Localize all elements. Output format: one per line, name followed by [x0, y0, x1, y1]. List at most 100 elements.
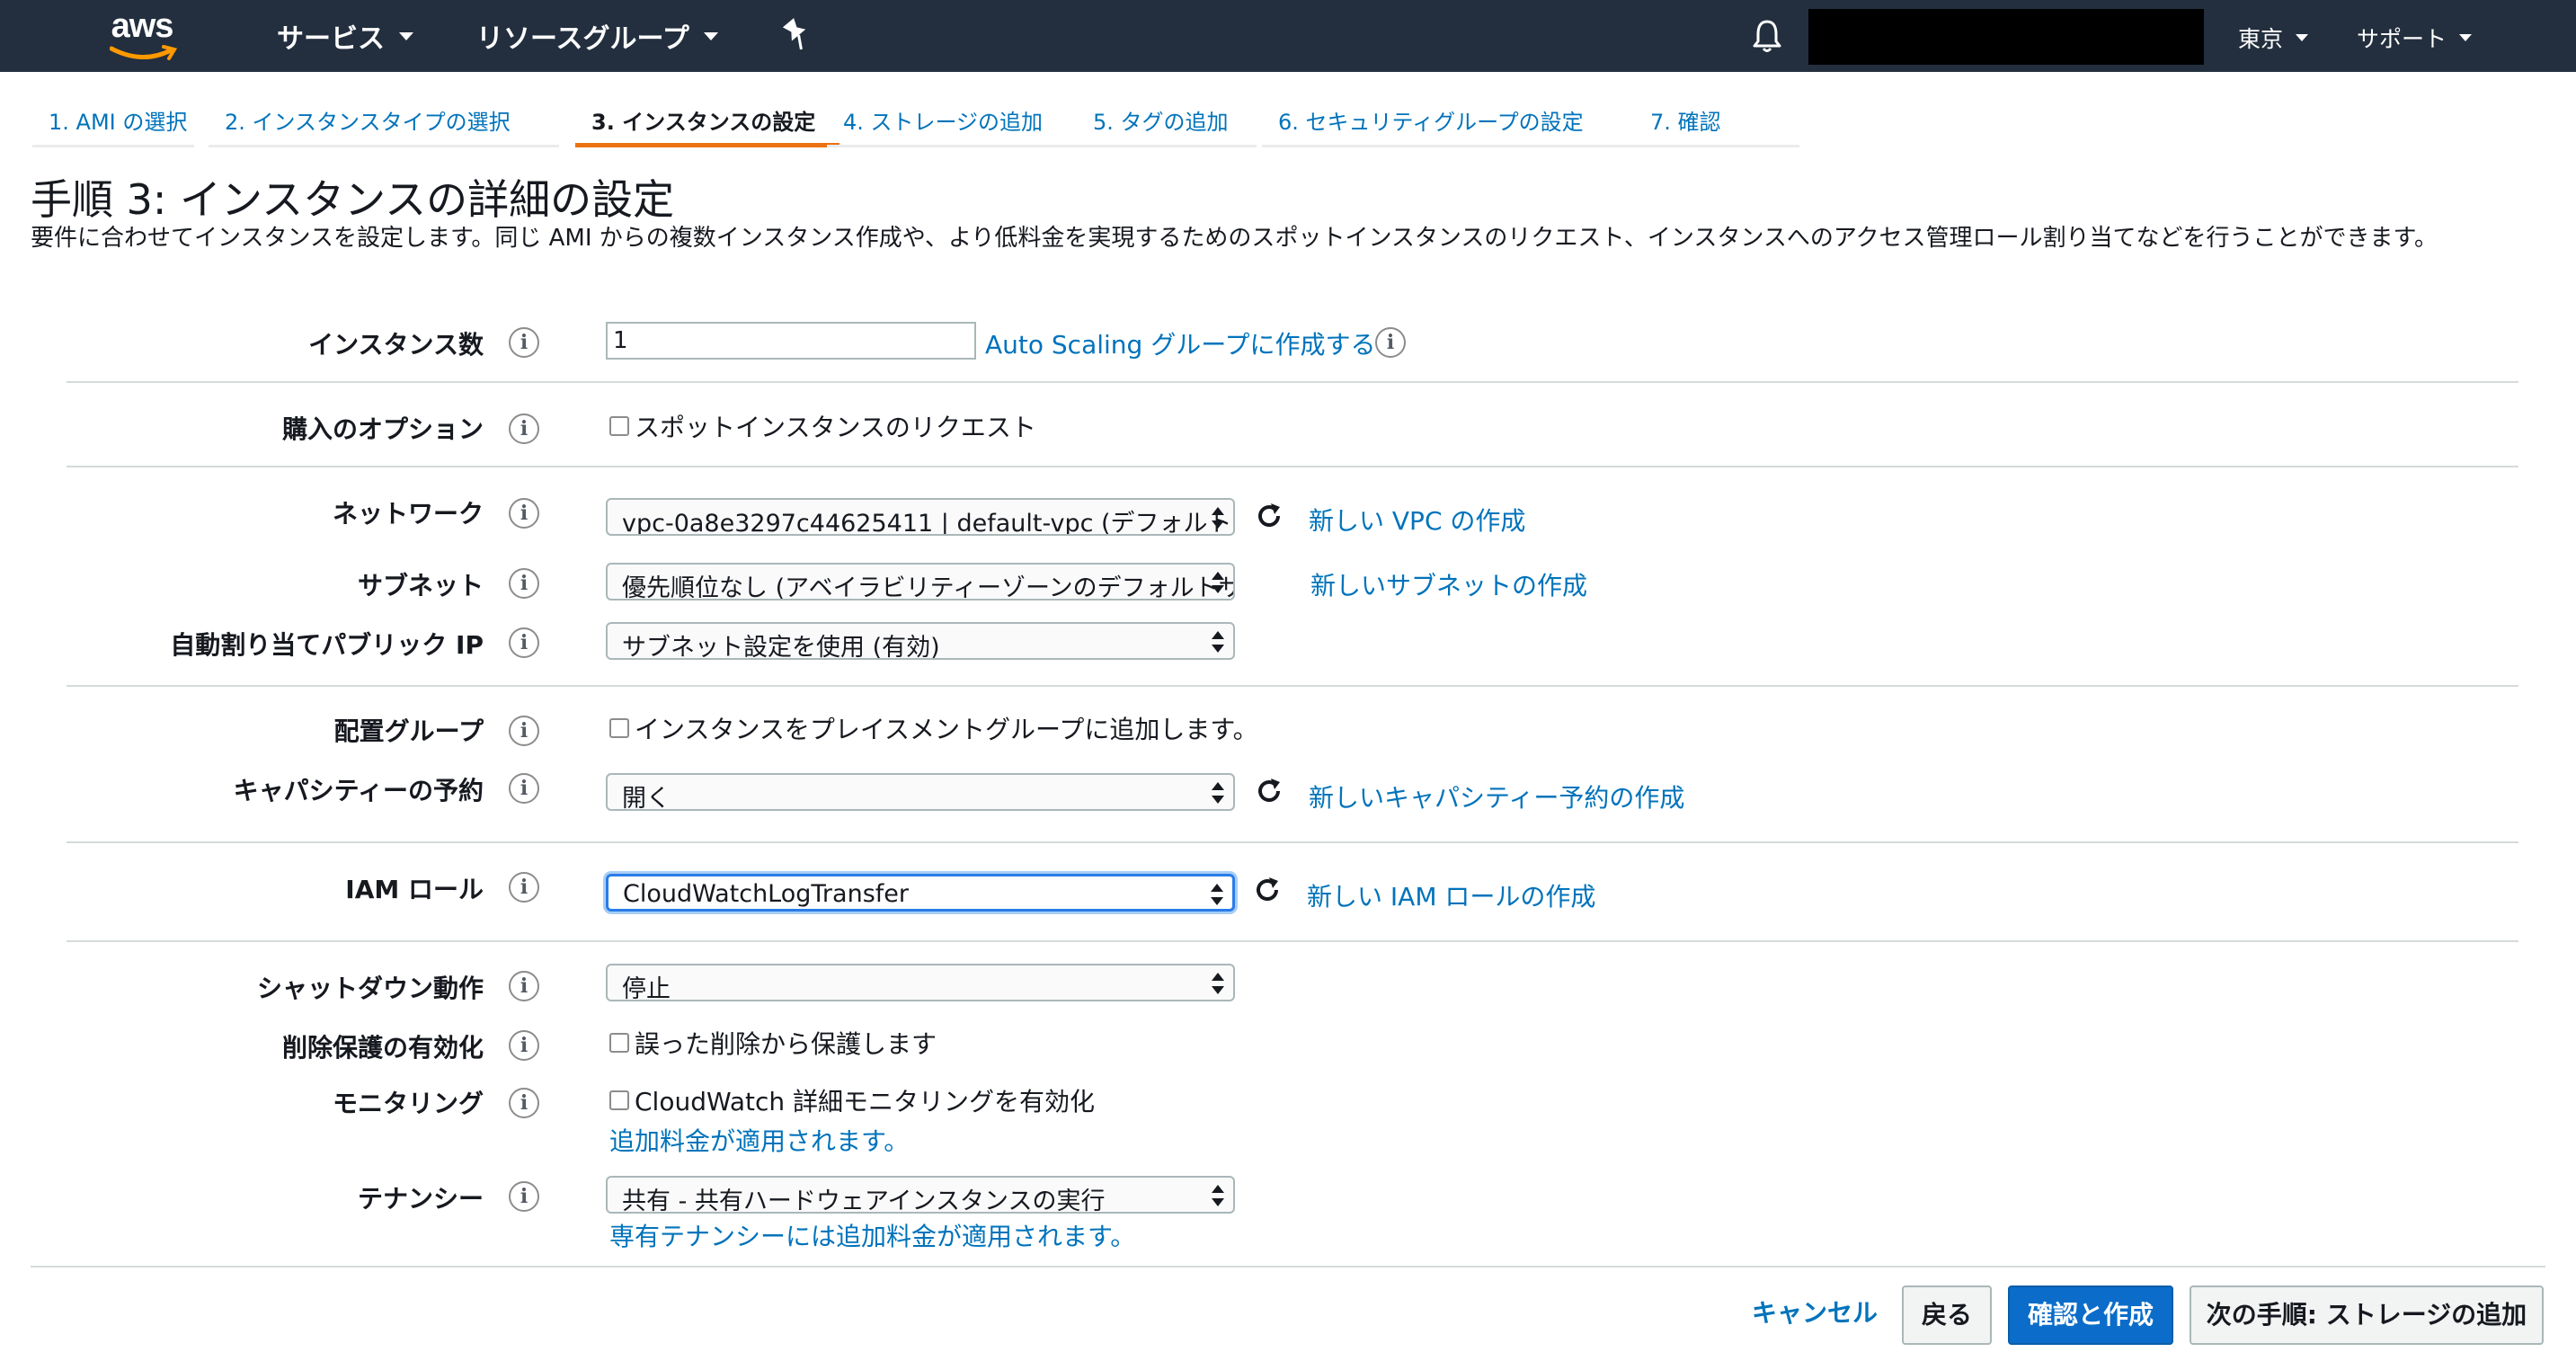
info-icon[interactable]: i	[509, 971, 539, 1001]
region-label: 東京	[2238, 26, 2284, 52]
create-capacity-reservation-link[interactable]: 新しいキャパシティー予約の作成	[1309, 778, 1684, 814]
account-menu-redacted[interactable]	[1808, 9, 2204, 65]
capacity-reservation-select-value: 開く	[622, 785, 671, 811]
select-arrows-icon	[1211, 882, 1223, 907]
info-icon[interactable]: i	[509, 568, 539, 599]
chevron-down-icon	[703, 31, 718, 40]
refresh-icon[interactable]	[1253, 500, 1285, 532]
spot-instance-checkbox-label: スポットインスタンスのリクエスト	[635, 413, 1036, 442]
subnet-select-value: 優先順位なし (アベイラビリティーゾーンのデフォルトサブネット)	[622, 574, 1233, 600]
info-icon[interactable]: i	[509, 1088, 539, 1118]
tab-add-tags[interactable]: 5. タグの追加	[1077, 90, 1257, 147]
capacity-reservation-select[interactable]: 開く	[606, 773, 1235, 811]
section-divider	[67, 841, 2518, 843]
create-auto-scaling-group-link[interactable]: Auto Scaling グループに作成する	[985, 325, 1376, 361]
instance-count-label: インスタンス数	[308, 330, 484, 360]
detailed-monitoring-checkbox[interactable]	[609, 1090, 629, 1110]
shutdown-behavior-label: シャットダウン動作	[256, 974, 484, 1003]
tenancy-label: テナンシー	[357, 1184, 484, 1214]
info-icon[interactable]: i	[509, 327, 539, 358]
info-icon[interactable]: i	[1375, 327, 1406, 358]
info-icon[interactable]: i	[509, 1181, 539, 1212]
tab-choose-instance-type[interactable]: 2. インスタンスタイプの選択	[209, 90, 559, 147]
pin-icon[interactable]	[780, 16, 813, 52]
tenancy-select-value: 共有 - 共有ハードウェアインスタンスの実行	[622, 1188, 1106, 1214]
info-icon[interactable]: i	[509, 414, 539, 444]
info-icon[interactable]: i	[509, 627, 539, 658]
iam-role-select[interactable]: CloudWatchLogTransfer	[606, 874, 1235, 912]
select-arrows-icon	[1212, 780, 1224, 805]
subnet-select[interactable]: 優先順位なし (アベイラビリティーゾーンのデフォルトサブネット)	[606, 563, 1235, 600]
review-and-launch-button[interactable]: 確認と作成	[2008, 1285, 2173, 1345]
instance-count-input[interactable]: 1	[606, 322, 976, 360]
shutdown-behavior-select-value: 停止	[622, 975, 671, 1001]
tab-choose-ami[interactable]: 1. AMI の選択	[32, 90, 194, 147]
tab-add-storage[interactable]: 4. ストレージの追加	[827, 90, 1077, 147]
aws-logo[interactable]: aws	[104, 7, 180, 61]
shutdown-behavior-select[interactable]: 停止	[606, 964, 1235, 1001]
iam-role-select-value: CloudWatchLogTransfer	[623, 880, 909, 908]
section-divider	[67, 685, 2518, 687]
page-description: 要件に合わせてインスタンスを設定します。同じ AMI からの複数インスタンス作成…	[31, 225, 2438, 252]
resource-groups-label: リソースグループ	[476, 23, 689, 55]
info-icon[interactable]: i	[509, 773, 539, 804]
tenancy-select[interactable]: 共有 - 共有ハードウェアインスタンスの実行	[606, 1176, 1235, 1214]
info-icon[interactable]: i	[509, 1030, 539, 1061]
refresh-icon[interactable]	[1251, 874, 1284, 906]
top-nav-bar: aws サービス リソースグループ 東京 サポート	[0, 0, 2576, 72]
iam-role-label: IAM ロール	[345, 875, 484, 904]
support-label: サポート	[2357, 26, 2447, 52]
select-arrows-icon	[1212, 629, 1224, 654]
chevron-down-icon	[2296, 34, 2309, 41]
placement-group-label: 配置グループ	[333, 716, 484, 746]
cancel-button[interactable]: キャンセル	[1747, 1285, 1882, 1345]
spot-instance-option[interactable]: スポットインスタンスのリクエスト	[609, 408, 1036, 444]
tab-configure-instance[interactable]: 3. インスタンスの設定	[575, 90, 839, 147]
monitoring-charges-link[interactable]: 追加料金が適用されます。	[609, 1122, 909, 1158]
placement-group-checkbox[interactable]	[609, 718, 629, 738]
capacity-reservation-label: キャパシティーの予約	[233, 776, 484, 805]
bell-icon[interactable]	[1749, 18, 1785, 54]
page-title: 手順 3: インスタンスの詳細の設定	[31, 175, 675, 224]
termination-protection-label: 削除保護の有効化	[281, 1033, 484, 1063]
purchase-option-label: 購入のオプション	[281, 414, 484, 444]
back-button[interactable]: 戻る	[1902, 1285, 1992, 1345]
public-ip-select-value: サブネット設定を使用 (有効)	[622, 634, 940, 660]
section-divider	[67, 466, 2518, 467]
placement-group-option[interactable]: インスタンスをプレイスメントグループに追加します。	[609, 710, 1258, 746]
info-icon[interactable]: i	[509, 716, 539, 746]
subnet-label: サブネット	[357, 571, 484, 600]
tab-review[interactable]: 7. 確認	[1634, 90, 1799, 147]
select-arrows-icon	[1212, 570, 1224, 595]
termination-protection-option[interactable]: 誤った削除から保護します	[609, 1025, 937, 1061]
create-subnet-link[interactable]: 新しいサブネットの作成	[1310, 566, 1587, 602]
create-vpc-link[interactable]: 新しい VPC の作成	[1309, 502, 1525, 538]
termination-protection-checkbox-label: 誤った削除から保護します	[635, 1029, 937, 1059]
section-divider	[67, 940, 2518, 942]
support-menu[interactable]: サポート	[2357, 22, 2473, 54]
placement-group-checkbox-label: インスタンスをプレイスメントグループに追加します。	[635, 715, 1258, 744]
resource-groups-menu[interactable]: リソースグループ	[476, 16, 718, 56]
select-arrows-icon	[1212, 505, 1224, 530]
section-divider	[67, 381, 2518, 383]
dedicated-tenancy-charges-link[interactable]: 専有テナンシーには追加料金が適用されます。	[609, 1217, 1135, 1253]
termination-protection-checkbox[interactable]	[609, 1033, 629, 1053]
services-menu[interactable]: サービス	[277, 16, 413, 56]
aws-logo-text: aws	[111, 7, 174, 45]
network-select-value: vpc-0a8e3297c44625411 | default-vpc (デフォ…	[622, 510, 1235, 536]
info-icon[interactable]: i	[509, 872, 539, 903]
detailed-monitoring-checkbox-label: CloudWatch 詳細モニタリングを有効化	[635, 1087, 1096, 1116]
detailed-monitoring-option[interactable]: CloudWatch 詳細モニタリングを有効化	[609, 1082, 1095, 1118]
select-arrows-icon	[1212, 1183, 1224, 1208]
public-ip-select[interactable]: サブネット設定を使用 (有効)	[606, 622, 1235, 660]
monitoring-label: モニタリング	[332, 1089, 484, 1118]
region-menu[interactable]: 東京	[2238, 22, 2309, 54]
spot-instance-checkbox[interactable]	[609, 416, 629, 436]
network-select[interactable]: vpc-0a8e3297c44625411 | default-vpc (デフォ…	[606, 498, 1235, 536]
refresh-icon[interactable]	[1253, 775, 1285, 807]
info-icon[interactable]: i	[509, 498, 539, 529]
footer-divider	[31, 1266, 2545, 1268]
tab-configure-security-group[interactable]: 6. セキュリティグループの設定	[1262, 90, 1634, 147]
next-add-storage-button[interactable]: 次の手順: ストレージの追加	[2190, 1285, 2544, 1345]
create-iam-role-link[interactable]: 新しい IAM ロールの作成	[1307, 877, 1595, 913]
